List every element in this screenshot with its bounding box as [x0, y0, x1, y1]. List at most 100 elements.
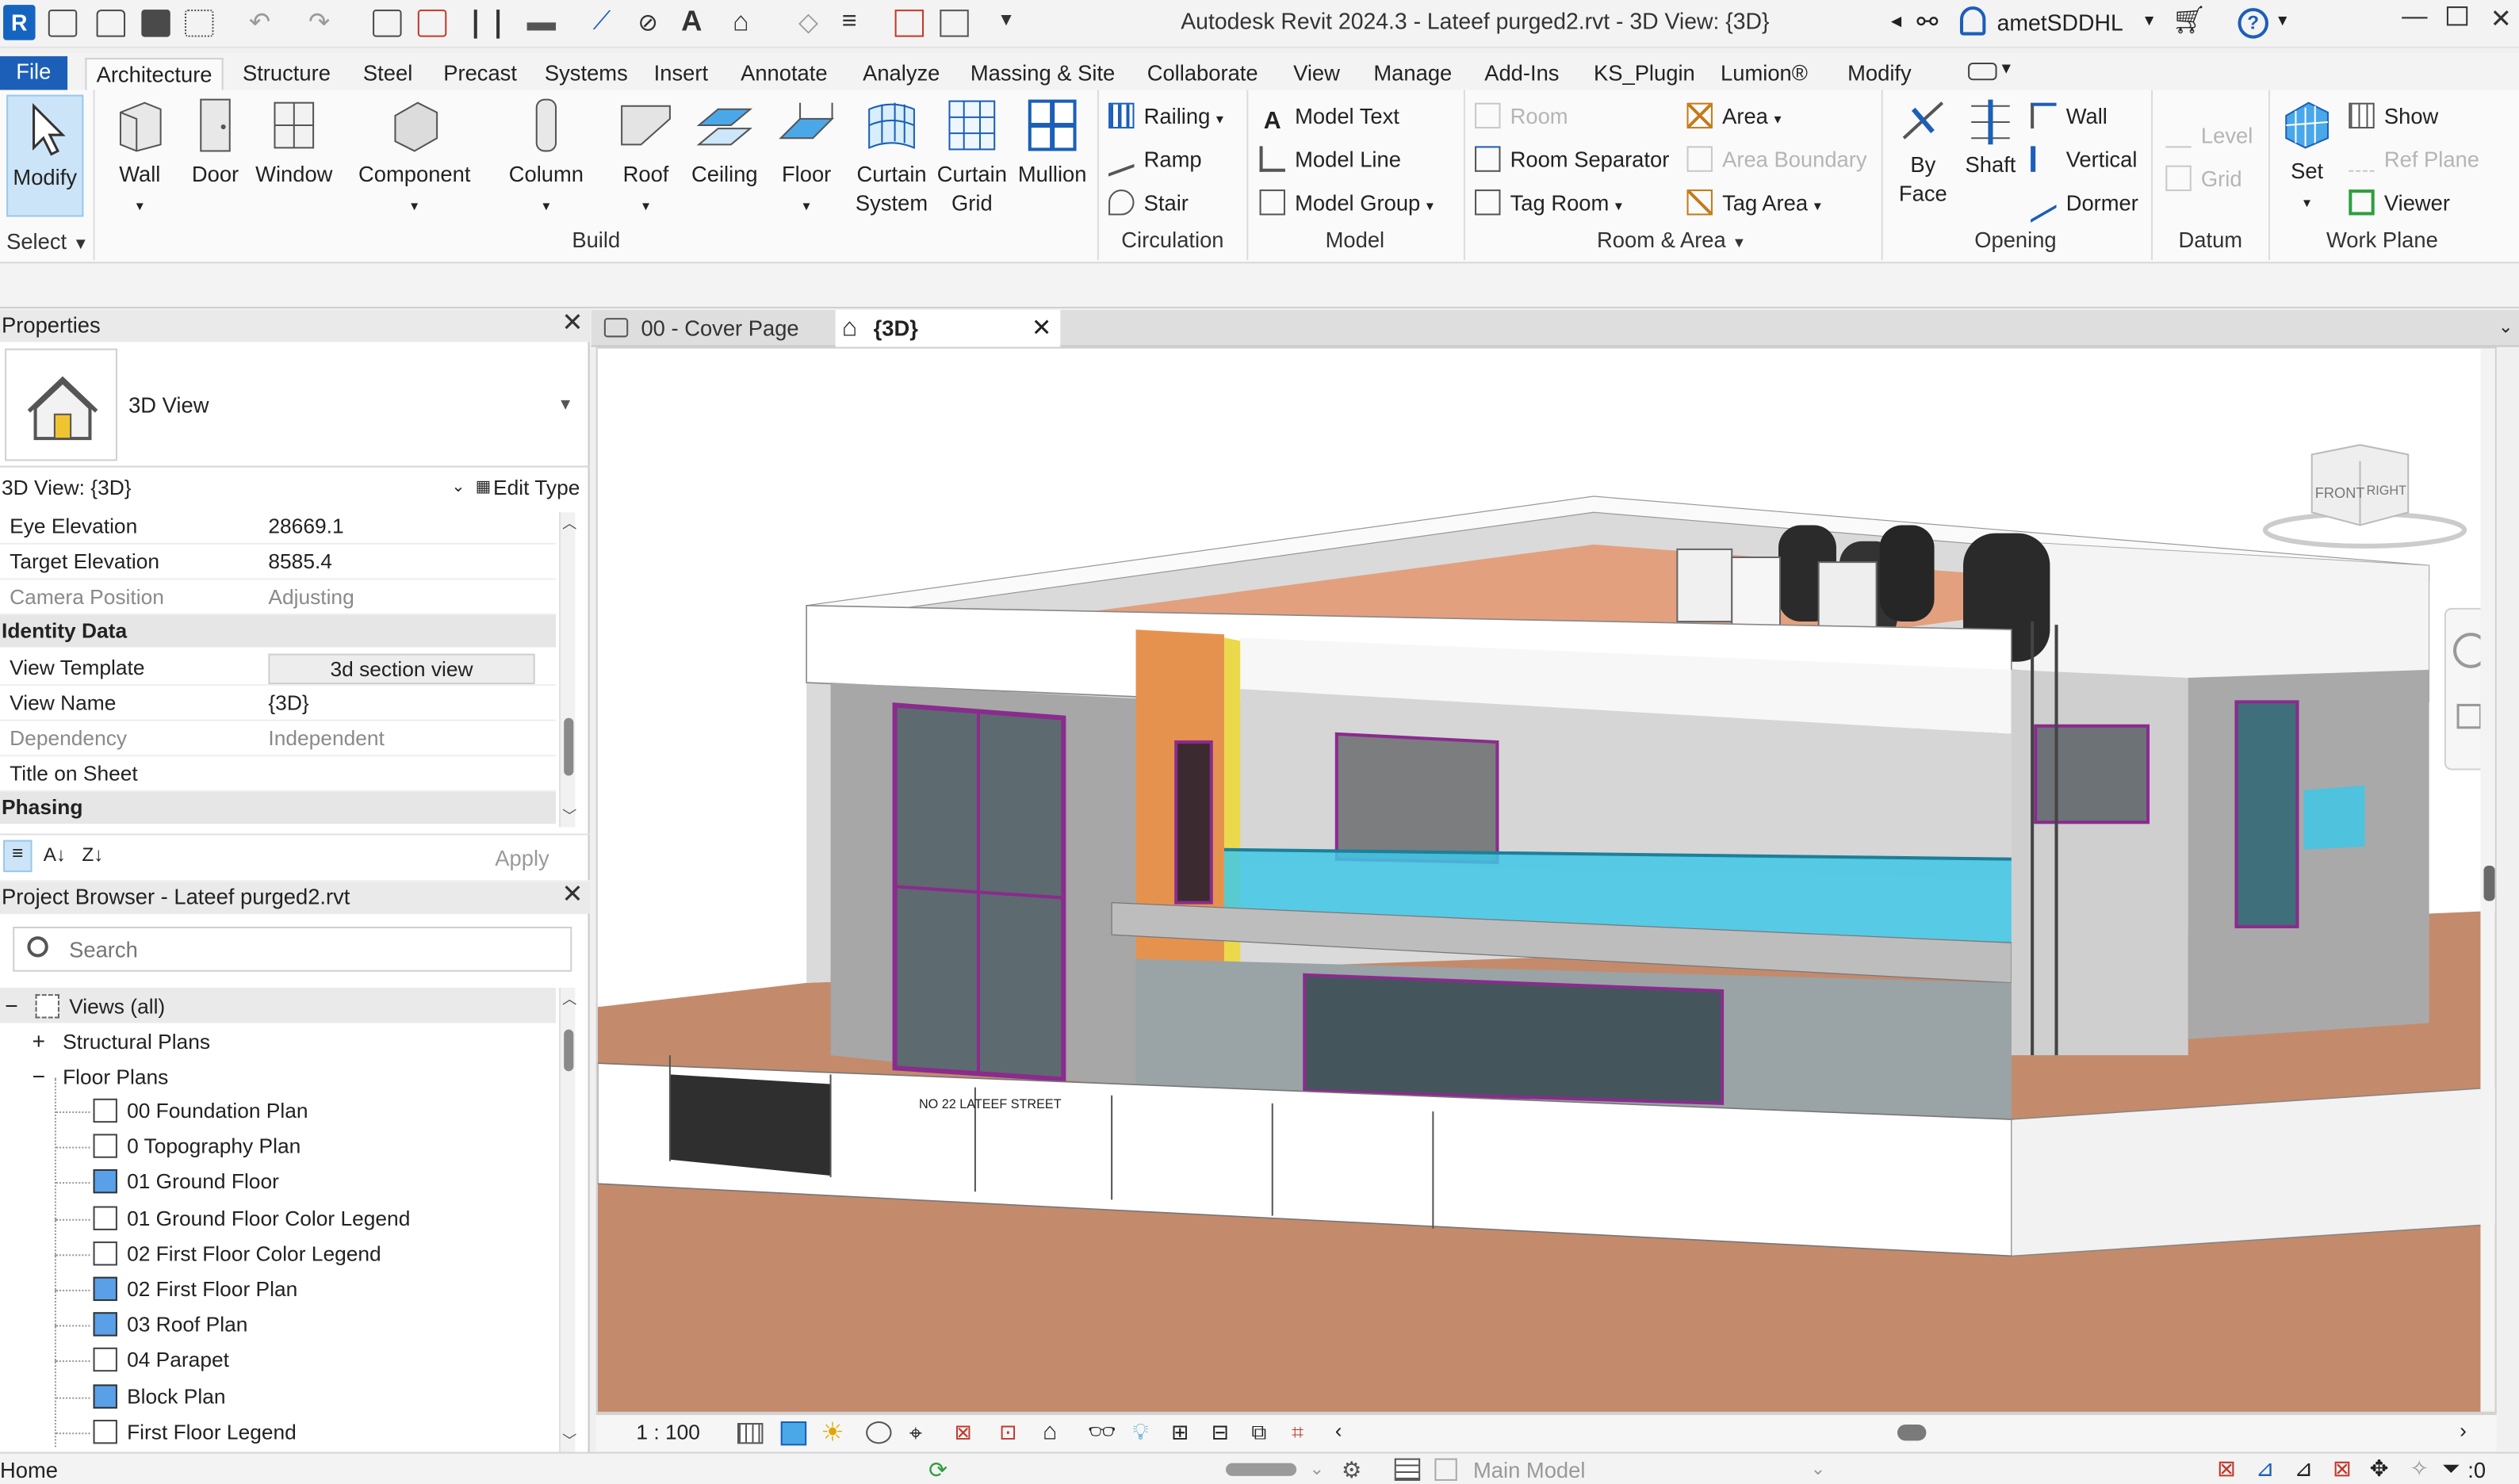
tab-collaborate[interactable]: Collaborate	[1144, 58, 1261, 90]
browser-close-icon[interactable]: ✕	[561, 880, 583, 912]
property-row[interactable]: View Template 3d section view	[0, 651, 557, 687]
help-menu-chevron-icon[interactable]: ▾	[2278, 10, 2287, 30]
model-line-button[interactable]: Model Line	[1259, 146, 1401, 174]
background-processes-icon[interactable]: ✧	[2410, 1455, 2429, 1482]
home-view-icon[interactable]	[48, 10, 78, 37]
property-row[interactable]: Dependency Independent	[0, 721, 557, 757]
tag-icon[interactable]: ⊘	[637, 8, 657, 36]
tree-structural-plans[interactable]: + Structural Plans	[33, 1027, 210, 1057]
building-model[interactable]: NO 22 LATEEF STREET FRONT RIGHT	[597, 348, 2497, 1413]
tab-file[interactable]: File	[0, 55, 67, 90]
tree-floor-plans[interactable]: − Floor Plans	[33, 1061, 169, 1092]
property-group-phasing[interactable]: Phasing	[0, 791, 557, 824]
tab-ks-plugin[interactable]: KS_Plugin	[1591, 58, 1698, 90]
floor-plan-item[interactable]: Block Plan	[93, 1383, 226, 1411]
tag-room-button[interactable]: Tag Room ▾	[1475, 189, 1622, 220]
detail-line-icon[interactable]: ⟋	[593, 8, 611, 36]
lock-3d-view-icon[interactable]: ⌂	[1043, 1418, 1057, 1445]
vertical-opening-button[interactable]: Vertical	[2031, 146, 2137, 174]
property-row[interactable]: Title on Sheet	[0, 756, 557, 792]
tab-insert[interactable]: Insert	[651, 58, 712, 90]
select-pinned-icon[interactable]: ⊿	[2294, 1455, 2313, 1482]
type-dropdown-icon[interactable]: ▼	[557, 396, 573, 414]
property-value[interactable]: Independent	[268, 721, 384, 757]
by-face-button[interactable]: By Face	[1891, 97, 1955, 209]
ramp-button[interactable]: Ramp	[1108, 141, 1202, 177]
customize-toolbar-chevron-icon[interactable]: ▾	[1001, 6, 1011, 32]
undo-icon[interactable]: ↶	[249, 6, 270, 39]
tab-architecture[interactable]: Architecture	[85, 57, 224, 90]
cart-icon[interactable]: 🛒︎	[2172, 5, 2207, 37]
ribbon-toggle-chevron-icon[interactable]: ▾	[2002, 58, 2011, 78]
open-folder-icon[interactable]	[96, 10, 126, 37]
browser-search[interactable]	[13, 927, 572, 972]
hscroll-left-icon[interactable]: ‹	[1335, 1418, 1342, 1442]
viewcube-right-label[interactable]: RIGHT	[2367, 484, 2406, 498]
dimension-icon[interactable]	[526, 22, 557, 31]
save-icon[interactable]	[141, 10, 170, 37]
visual-style-icon[interactable]	[780, 1421, 807, 1446]
viewcube-front-label[interactable]: FRONT	[2315, 484, 2365, 501]
property-row[interactable]: Eye Elevation 28669.1	[0, 509, 557, 545]
room-button[interactable]: Room	[1475, 102, 1568, 132]
instance-dropdown-icon[interactable]: ⌄	[451, 471, 465, 507]
help-icon[interactable]: ?	[2238, 8, 2268, 39]
tab-add-ins[interactable]: Add-Ins	[1481, 58, 1562, 90]
select-panel-label[interactable]: Select ▼	[6, 230, 89, 254]
floor-plan-item[interactable]: 02 First Floor Color Legend	[93, 1240, 381, 1268]
apply-button[interactable]: Apply	[459, 842, 584, 878]
drag-elements-icon[interactable]: ✥	[2370, 1455, 2389, 1482]
main-model-label[interactable]: Main Model	[1473, 1459, 1585, 1482]
tab-analyze[interactable]: Analyze	[859, 58, 943, 90]
room-separator-button[interactable]: Room Separator	[1475, 146, 1669, 174]
revit-app-icon[interactable]: R	[3, 5, 36, 40]
view-scale[interactable]: 1 : 100	[636, 1420, 700, 1444]
tab-steel[interactable]: Steel	[360, 58, 415, 90]
filter-icon[interactable]: ⏷	[2442, 1455, 2460, 1482]
column-button[interactable]: Column ▾	[501, 97, 591, 220]
tab-manage[interactable]: Manage	[1370, 58, 1455, 90]
render-icon[interactable]: ⌖	[909, 1420, 922, 1447]
analytical-model-icon[interactable]: ⊟	[1212, 1420, 1229, 1445]
detail-level-icon[interactable]	[737, 1423, 764, 1444]
floor-plan-item[interactable]: 01 Ground Floor Color Legend	[93, 1204, 411, 1233]
minimize-button[interactable]: —	[2402, 3, 2427, 32]
close-button[interactable]: ✕	[2490, 3, 2512, 36]
browser-scrollbar[interactable]: ︿ ﹀	[559, 987, 576, 1452]
roof-button[interactable]: Roof ▾	[614, 97, 678, 220]
view-tab-3d[interactable]: ⌂ {3D} ✕	[835, 310, 1061, 347]
scroll-thumb[interactable]	[564, 1029, 574, 1072]
model-group-button[interactable]: Model Group ▾	[1259, 189, 1434, 220]
ref-plane-button[interactable]: Ref Plane	[2349, 146, 2479, 174]
floor-plan-item[interactable]: 00 Foundation Plan	[93, 1097, 308, 1126]
mullion-button[interactable]: Mullion	[1013, 97, 1093, 190]
sort-ascending-icon[interactable]: A↓	[44, 843, 66, 866]
tab-view[interactable]: View	[1290, 58, 1343, 90]
tab-massing-site[interactable]: Massing & Site	[967, 58, 1119, 90]
property-row[interactable]: Camera Position Adjusting	[0, 579, 557, 615]
worksharing-icon[interactable]	[1394, 1458, 1421, 1481]
collapse-icon[interactable]: −	[5, 993, 18, 1018]
collapse-icon[interactable]: −	[33, 1063, 46, 1088]
search-input[interactable]	[69, 935, 551, 964]
floor-plan-item[interactable]: 0 Topography Plan	[93, 1133, 301, 1161]
level-button[interactable]: Level	[2165, 122, 2253, 151]
properties-close-icon[interactable]: ✕	[561, 308, 583, 341]
select-links-icon[interactable]: ⊠	[2217, 1455, 2236, 1482]
wall-opening-button[interactable]: Wall	[2031, 102, 2107, 132]
select-underlay-icon[interactable]: ⊿	[2256, 1455, 2275, 1482]
worksets-icon[interactable]: ⟳	[928, 1457, 947, 1484]
shadows-icon[interactable]	[866, 1421, 892, 1444]
default-3d-view-icon[interactable]: ⌂	[733, 6, 749, 39]
3d-viewport[interactable]: NO 22 LATEEF STREET FRONT RIGHT	[595, 346, 2497, 1413]
railing-button[interactable]: Railing ▾	[1108, 102, 1223, 133]
floor-plan-item[interactable]: 03 Roof Plan	[93, 1311, 248, 1340]
area-button[interactable]: Area ▾	[1686, 102, 1782, 133]
door-button[interactable]: Door	[183, 97, 247, 190]
hscroll-right-icon[interactable]: ›	[2460, 1418, 2467, 1442]
redo-icon[interactable]: ↷	[308, 6, 330, 39]
text-icon[interactable]: A	[681, 5, 702, 39]
viewer-button[interactable]: Viewer	[2349, 189, 2450, 218]
sync-icon[interactable]	[185, 10, 214, 37]
restore-button[interactable]	[2446, 6, 2468, 26]
